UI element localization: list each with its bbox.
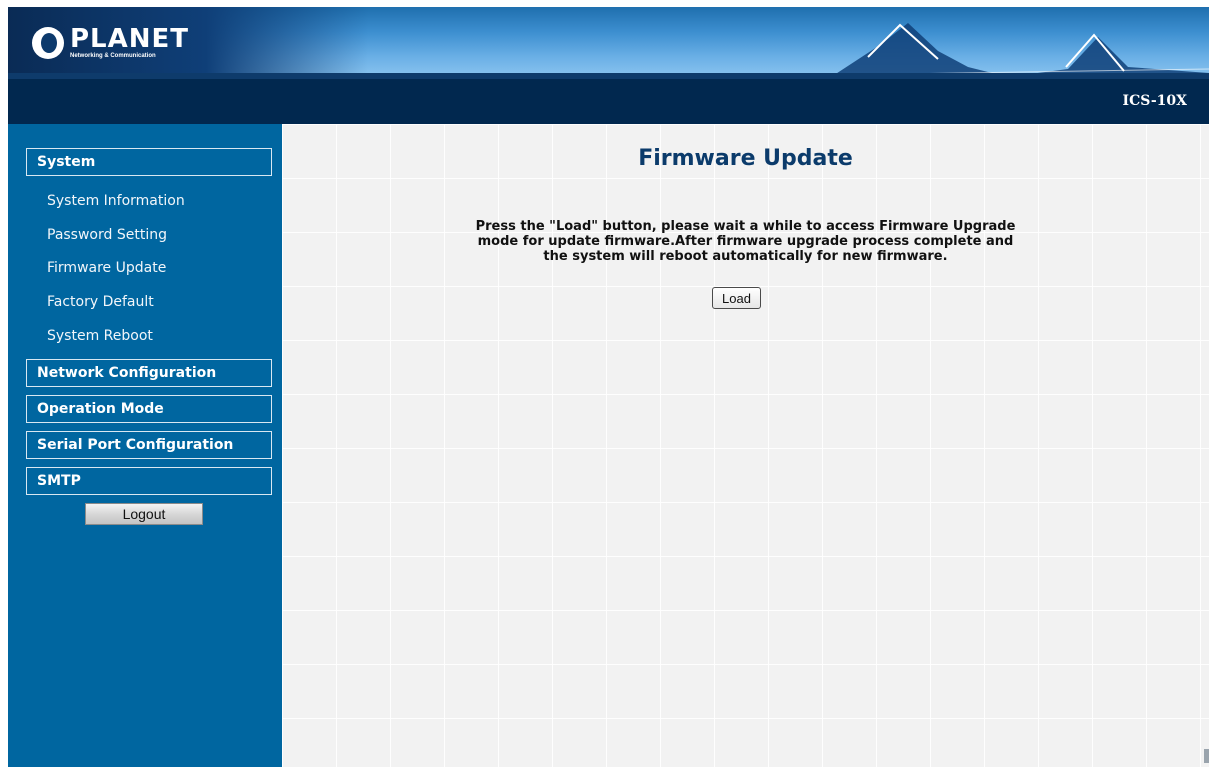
planet-logo-icon (32, 27, 64, 59)
main-content: Firmware Update Press the "Load" button,… (282, 124, 1209, 767)
brand-name: PLANET (70, 24, 190, 54)
brand-tagline: Networking & Communication (70, 53, 156, 59)
sidebar-item-factory-default[interactable]: Factory Default (47, 294, 154, 310)
logout-button[interactable]: Logout (85, 503, 203, 525)
load-button[interactable]: Load (712, 287, 761, 309)
planet-logo: PLANET Networking & Communication (32, 21, 189, 65)
notice-line: Press the "Load" button, please wait a w… (475, 219, 1016, 234)
sidebar-item-system-information[interactable]: System Information (47, 193, 185, 209)
sidebar-section-operation-mode[interactable]: Operation Mode (26, 395, 272, 423)
sidebar-item-password-setting[interactable]: Password Setting (47, 227, 167, 243)
notice-line: the system will reboot automatically for… (543, 249, 948, 264)
sidebar-section-network-configuration[interactable]: Network Configuration (26, 359, 272, 387)
model-bar: ICS-10X (8, 79, 1209, 124)
firmware-update-notice: Press the "Load" button, please wait a w… (282, 219, 1209, 264)
header-banner: PLANET Networking & Communication (8, 7, 1209, 79)
sidebar: System System Information Password Setti… (8, 124, 282, 767)
device-model: ICS-10X (1122, 93, 1187, 109)
scrollbar-corner[interactable] (1204, 749, 1209, 763)
sidebar-section-smtp[interactable]: SMTP (26, 467, 272, 495)
sidebar-item-firmware-update[interactable]: Firmware Update (47, 260, 166, 276)
notice-line: mode for update firmware.After firmware … (477, 234, 1014, 249)
sidebar-section-serial-port-configuration[interactable]: Serial Port Configuration (26, 431, 272, 459)
sidebar-section-system[interactable]: System (26, 148, 272, 176)
page-title: Firmware Update (638, 146, 853, 171)
sidebar-item-system-reboot[interactable]: System Reboot (47, 328, 153, 344)
